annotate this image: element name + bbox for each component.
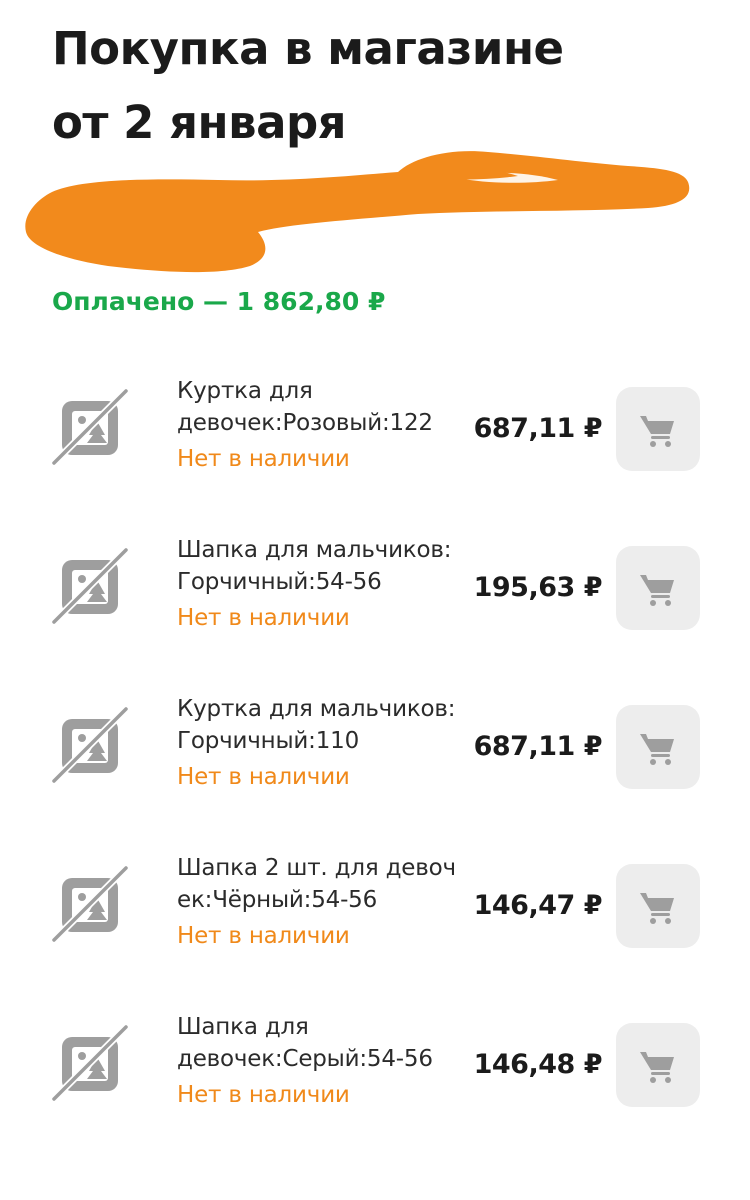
list-item: Шапка для девочек:Серый:54-56 Нет в нали… <box>0 1001 750 1129</box>
item-name-line-2: Горчичный:110 <box>177 728 360 754</box>
availability-status: Нет в наличии <box>177 923 350 949</box>
add-to-cart-button[interactable] <box>616 387 700 471</box>
redaction-scribble <box>25 151 690 273</box>
order-details-screen: Покупка в магазине от 2 января Оплачено … <box>0 0 750 1200</box>
cart-icon <box>640 734 674 765</box>
item-info: Шапка 2 шт. для девоч ек:Чёрный:54-56 Не… <box>177 852 472 953</box>
item-name-line-2: девочек:Розовый:122 <box>177 410 433 436</box>
availability-status: Нет в наличии <box>177 605 350 631</box>
page-title: Покупка в магазине от 2 января <box>52 12 692 160</box>
add-to-cart-button[interactable] <box>616 864 700 948</box>
no-image-icon <box>51 1024 129 1102</box>
item-name-line-1: Куртка для <box>177 378 313 404</box>
item-name-line-1: Шапка для мальчиков: <box>177 537 452 563</box>
item-name-line-2: ек:Чёрный:54-56 <box>177 887 378 913</box>
item-info: Шапка для девочек:Серый:54-56 Нет в нали… <box>177 1011 472 1112</box>
item-info: Куртка для мальчиков: Горчичный:110 Нет … <box>177 693 472 794</box>
no-image-icon <box>51 547 129 625</box>
item-name-line-1: Куртка для мальчиков: <box>177 696 456 722</box>
availability-status: Нет в наличии <box>177 764 350 790</box>
item-price: 146,47 ₽ <box>473 890 603 921</box>
add-to-cart-button[interactable] <box>616 705 700 789</box>
item-price: 687,11 ₽ <box>473 731 603 762</box>
item-name[interactable]: Шапка 2 шт. для девоч ек:Чёрный:54-56 <box>177 852 472 916</box>
add-to-cart-button[interactable] <box>616 546 700 630</box>
item-name[interactable]: Куртка для девочек:Розовый:122 <box>177 375 472 439</box>
no-image-icon <box>51 388 129 466</box>
item-price: 195,63 ₽ <box>473 572 603 603</box>
cart-icon <box>640 893 674 924</box>
item-name[interactable]: Куртка для мальчиков: Горчичный:110 <box>177 693 472 757</box>
no-image-icon <box>51 706 129 784</box>
item-info: Шапка для мальчиков: Горчичный:54-56 Нет… <box>177 534 472 635</box>
cart-icon <box>640 1052 674 1083</box>
list-item: Шапка 2 шт. для девоч ек:Чёрный:54-56 Не… <box>0 842 750 970</box>
no-image-icon <box>51 865 129 943</box>
item-name[interactable]: Шапка для девочек:Серый:54-56 <box>177 1011 472 1075</box>
item-name-line-2: Горчичный:54-56 <box>177 569 382 595</box>
cart-icon <box>640 575 674 606</box>
item-name-line-1: Шапка для <box>177 1014 309 1040</box>
item-name[interactable]: Шапка для мальчиков: Горчичный:54-56 <box>177 534 472 598</box>
availability-status: Нет в наличии <box>177 1082 350 1108</box>
payment-status: Оплачено — 1 862,80 ₽ <box>52 287 386 316</box>
availability-status: Нет в наличии <box>177 446 350 472</box>
item-price: 146,48 ₽ <box>473 1049 603 1080</box>
item-info: Куртка для девочек:Розовый:122 Нет в нал… <box>177 375 472 476</box>
list-item: Куртка для мальчиков: Горчичный:110 Нет … <box>0 683 750 811</box>
item-name-line-1: Шапка 2 шт. для девоч <box>177 855 456 881</box>
list-item: Куртка для девочек:Розовый:122 Нет в нал… <box>0 365 750 493</box>
list-item: Шапка для мальчиков: Горчичный:54-56 Нет… <box>0 524 750 652</box>
item-name-line-2: девочек:Серый:54-56 <box>177 1046 433 1072</box>
add-to-cart-button[interactable] <box>616 1023 700 1107</box>
page-title-line-1: Покупка в магазине <box>52 22 564 75</box>
cart-icon <box>640 416 674 447</box>
item-price: 687,11 ₽ <box>473 413 603 444</box>
